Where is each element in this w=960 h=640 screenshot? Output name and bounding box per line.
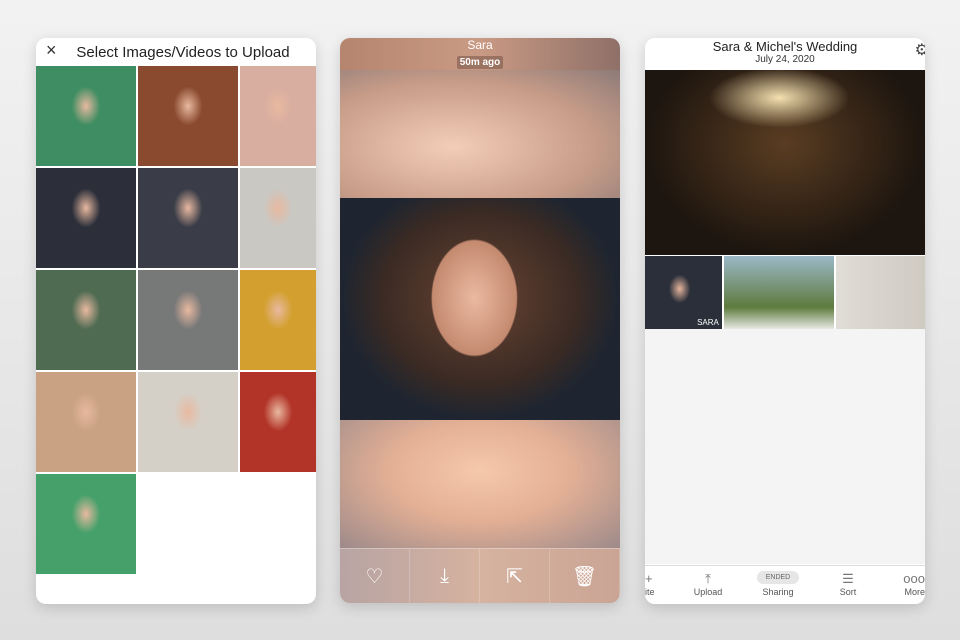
album-cover-photo[interactable] <box>645 70 925 255</box>
photo-viewer-screen: Sara 50m ago ♡ ⤓ ⇱ 🗑 <box>340 38 620 603</box>
picker-header: × Select Images/Videos to Upload <box>36 38 316 66</box>
sharing-status-badge: ENDED <box>756 571 800 584</box>
thumbnail-label: SARA <box>697 318 719 327</box>
picker-title: Select Images/Videos to Upload <box>76 43 290 61</box>
thumbnail[interactable] <box>836 256 925 329</box>
photo-thumbnail[interactable] <box>138 372 238 472</box>
trash-icon[interactable]: 🗑 <box>550 549 620 603</box>
download-icon[interactable]: ⤓ <box>410 549 480 603</box>
photo-thumbnail[interactable] <box>36 270 136 370</box>
photo-thumbnail[interactable] <box>240 270 316 370</box>
photo-thumbnail[interactable] <box>240 372 316 472</box>
album-title: Sara & Michel's Wedding <box>712 39 858 54</box>
tab-label: Upload <box>693 587 723 597</box>
album-date: July 24, 2020 <box>755 54 815 65</box>
photo-thumbnail[interactable] <box>138 270 238 370</box>
photo-thumbnail[interactable] <box>240 168 316 268</box>
tab-more[interactable]: ooo More <box>883 566 925 604</box>
uploader-name: Sara <box>467 38 493 52</box>
tab-upload[interactable]: ⤒ Upload <box>673 566 743 604</box>
album-screen: Sara & Michel's Wedding July 24, 2020 ⚙ … <box>645 38 925 604</box>
tab-sharing[interactable]: ENDED Sharing <box>743 566 813 604</box>
gear-icon[interactable]: ⚙ <box>915 40 925 60</box>
blurred-background <box>340 70 620 198</box>
upload-picker-screen: × Select Images/Videos to Upload <box>36 38 316 604</box>
close-icon[interactable]: × <box>46 40 57 61</box>
album-thumbnails: SARA <box>645 256 925 329</box>
tab-label: Sort <box>839 587 857 597</box>
photo-thumbnail[interactable] <box>138 66 238 166</box>
tab-label: Sharing <box>762 587 794 597</box>
tab-invite[interactable]: + ite <box>645 566 673 604</box>
photo-thumbnail[interactable] <box>36 474 136 574</box>
blurred-background <box>340 420 620 548</box>
thumbnail[interactable]: SARA <box>645 256 722 329</box>
more-icon: ooo <box>903 571 925 586</box>
tab-label: ite <box>645 587 655 597</box>
photo-thumbnail[interactable] <box>36 372 136 472</box>
album-header: Sara & Michel's Wedding July 24, 2020 ⚙ <box>645 38 925 70</box>
empty-area <box>645 329 925 564</box>
tab-sort[interactable]: ☰ Sort <box>813 566 883 604</box>
viewer-action-bar: ♡ ⤓ ⇱ 🗑 <box>340 548 620 603</box>
photo-grid <box>36 66 316 574</box>
photo-thumbnail[interactable] <box>36 168 136 268</box>
album-tab-bar: + ite ⤒ Upload ENDED Sharing ☰ Sort ooo More <box>645 565 925 604</box>
photo-thumbnail[interactable] <box>36 66 136 166</box>
thumbnail[interactable] <box>723 256 835 329</box>
photo-thumbnail[interactable] <box>138 168 238 268</box>
main-photo[interactable] <box>340 198 620 420</box>
upload-time: 50m ago <box>456 56 504 69</box>
share-icon[interactable]: ⇱ <box>480 549 550 603</box>
heart-icon[interactable]: ♡ <box>340 549 410 603</box>
sort-icon: ☰ <box>842 571 854 586</box>
viewer-header: Sara 50m ago <box>340 38 620 70</box>
photo-thumbnail[interactable] <box>240 66 316 166</box>
plus-icon: + <box>645 571 653 586</box>
tab-label: More <box>904 587 925 597</box>
upload-icon: ⤒ <box>705 571 711 586</box>
